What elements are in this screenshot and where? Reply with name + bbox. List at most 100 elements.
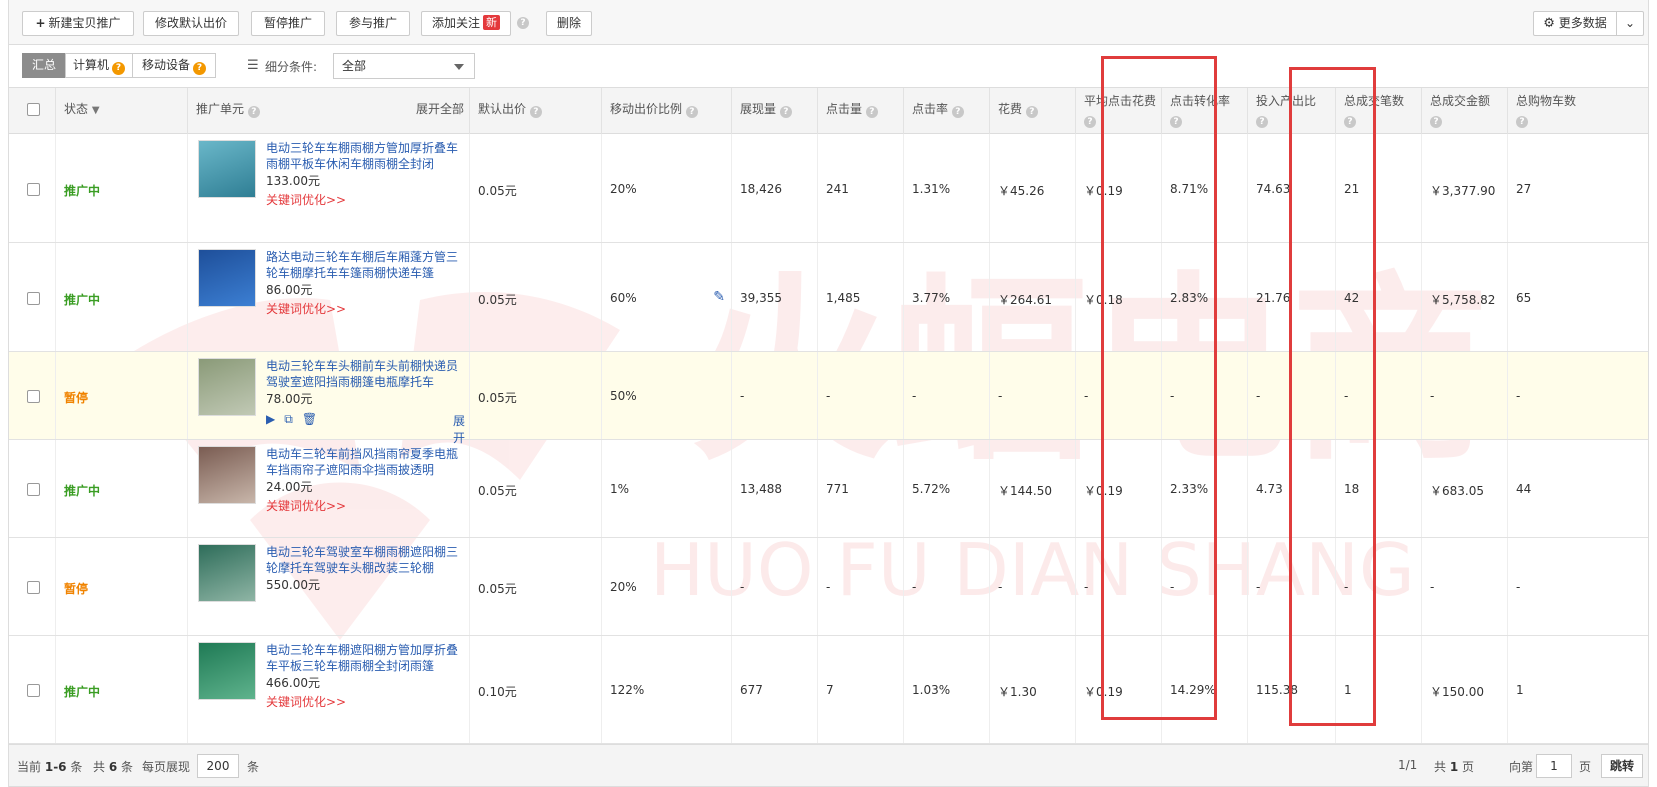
product-thumbnail[interactable] bbox=[198, 140, 256, 198]
cell-cart: - bbox=[1507, 538, 1648, 635]
cell-cvr: - bbox=[1161, 538, 1247, 635]
value-orders: - bbox=[1344, 580, 1349, 594]
product-title-link[interactable]: 电动车三轮车前挡风挡雨帘夏季电瓶车挡雨帘子遮阳雨伞挡雨披透明 bbox=[266, 446, 466, 478]
cell-clicks: 7 bbox=[817, 636, 903, 743]
help-icon[interactable]: ? bbox=[1170, 116, 1182, 128]
value-cvr: 2.33% bbox=[1170, 482, 1209, 496]
page-info: 1/1 bbox=[1398, 758, 1418, 772]
product-title-link[interactable]: 电动三轮车车头棚前车头前棚快递员驾驶室遮阳挡雨棚篷电瓶摩托车 bbox=[266, 358, 466, 390]
help-icon[interactable]: ? bbox=[1025, 106, 1038, 118]
tab-computer-label: 计算机 bbox=[72, 58, 109, 72]
header-status[interactable]: 状态 ▼ bbox=[55, 88, 187, 134]
segment-select[interactable]: 全部 bbox=[333, 53, 475, 79]
expand-all-link[interactable]: 展开全部 bbox=[416, 100, 464, 117]
cell-roi: - bbox=[1247, 352, 1335, 439]
help-icon[interactable]: ? bbox=[1430, 116, 1442, 128]
help-icon[interactable]: ? bbox=[1256, 116, 1268, 128]
table-row: 暂停 电动三轮车车头棚前车头前棚快递员驾驶室遮阳挡雨棚篷电瓶摩托车 78.00元 ▶ ⧉… bbox=[9, 352, 1648, 445]
cell-impressions: - bbox=[731, 538, 817, 635]
help-icon[interactable]: ? bbox=[517, 17, 529, 29]
cell-avg_cpc: ￥0.19 bbox=[1075, 440, 1161, 537]
value-clicks: - bbox=[826, 389, 831, 403]
product-title-link[interactable]: 电动三轮车驾驶室车棚雨棚遮阳棚三轮摩托车驾驶车头棚改装三轮棚 bbox=[266, 544, 466, 576]
more-data-dropdown[interactable]: ⌄ bbox=[1616, 11, 1644, 36]
header-unit: 推广单元 ? 展开全部 bbox=[187, 88, 469, 134]
row-checkbox[interactable] bbox=[27, 390, 40, 403]
product-thumbnail[interactable] bbox=[198, 544, 256, 602]
row-checkbox[interactable] bbox=[27, 483, 40, 496]
row-checkbox[interactable] bbox=[27, 684, 40, 697]
cell-cost: ￥45.26 bbox=[989, 134, 1075, 242]
add-follow-button[interactable]: 添加关注新 bbox=[421, 11, 511, 36]
goto-label: 向第 bbox=[1509, 760, 1534, 774]
play-icon[interactable]: ▶ bbox=[266, 412, 275, 426]
help-icon[interactable]: ? bbox=[865, 106, 878, 118]
pause-promotion-button[interactable]: 暂停推广 bbox=[251, 11, 325, 36]
product-title-link[interactable]: 电动三轮车车棚雨棚方管加厚折叠车雨棚平板车休闲车棚雨棚全封闭 bbox=[266, 140, 466, 172]
edit-pencil-icon[interactable]: ✎ bbox=[713, 289, 725, 305]
copy-icon[interactable]: ⧉ bbox=[284, 412, 293, 426]
value-impressions: - bbox=[740, 580, 745, 594]
value-mobile-ratio: 1% bbox=[610, 482, 630, 496]
value-impressions: 13,488 bbox=[740, 482, 782, 496]
keyword-optimize-link[interactable]: 关键词优化>> bbox=[266, 300, 346, 317]
value-ctr: 5.72% bbox=[912, 482, 951, 496]
product-thumbnail[interactable] bbox=[198, 249, 256, 307]
edit-default-bid-button[interactable]: 修改默认出价 bbox=[143, 11, 239, 36]
row-checkbox[interactable] bbox=[27, 292, 40, 305]
product-thumbnail[interactable] bbox=[198, 446, 256, 504]
cell-orders: 18 bbox=[1335, 440, 1421, 537]
value-cost: ￥144.50 bbox=[998, 484, 1052, 498]
cell-cart: 65 bbox=[1507, 243, 1648, 351]
row-checkbox[interactable] bbox=[27, 581, 40, 594]
delete-button[interactable]: 删除 bbox=[546, 11, 592, 36]
goto-button[interactable]: 跳转 bbox=[1601, 754, 1643, 778]
join-promotion-button[interactable]: 参与推广 bbox=[336, 11, 410, 36]
help-icon[interactable]: ? bbox=[1344, 116, 1356, 128]
help-icon[interactable]: ? bbox=[779, 106, 792, 118]
tab-mobile[interactable]: 移动设备? bbox=[132, 53, 216, 78]
help-icon[interactable]: ? bbox=[529, 106, 542, 118]
help-icon[interactable]: ? bbox=[112, 62, 125, 75]
help-icon[interactable]: ? bbox=[247, 106, 260, 118]
add-follow-label: 添加关注 bbox=[431, 16, 480, 30]
more-data-button[interactable]: ⚙ 更多数据 bbox=[1533, 11, 1617, 36]
help-icon[interactable]: ? bbox=[951, 106, 964, 118]
product-thumbnail[interactable] bbox=[198, 642, 256, 700]
product-thumbnail[interactable] bbox=[198, 358, 256, 416]
help-icon[interactable]: ? bbox=[1516, 116, 1528, 128]
header-avg-cpc: 平均点击花费? bbox=[1075, 88, 1161, 134]
help-icon[interactable]: ? bbox=[193, 62, 206, 75]
cell-cart: - bbox=[1507, 352, 1648, 439]
value-cart: 1 bbox=[1516, 683, 1524, 697]
product-title-link[interactable]: 电动三轮车车棚遮阳棚方管加厚折叠车平板三轮车棚雨棚全封闭雨篷 bbox=[266, 642, 466, 674]
tab-summary[interactable]: 汇总 bbox=[22, 53, 66, 78]
help-icon[interactable]: ? bbox=[685, 106, 698, 118]
new-promotion-button[interactable]: + 新建宝贝推广 bbox=[22, 11, 134, 36]
help-icon[interactable]: ? bbox=[1084, 116, 1096, 128]
keyword-optimize-link[interactable]: 关键词优化>> bbox=[266, 497, 346, 514]
row-checkbox[interactable] bbox=[27, 183, 40, 196]
product-title-link[interactable]: 路达电动三轮车车棚后车厢蓬方管三轮车棚摩托车车篷雨棚快递车篷 bbox=[266, 249, 466, 281]
cell-status: 推广中 bbox=[55, 636, 187, 743]
header-impressions: 展现量 ? bbox=[731, 88, 817, 134]
current-range: 当前 1-6 条 bbox=[17, 760, 83, 774]
cell-default_bid: 0.10元 bbox=[469, 636, 601, 743]
cell-cvr: 8.71% bbox=[1161, 134, 1247, 242]
keyword-optimize-link[interactable]: 关键词优化>> bbox=[266, 693, 346, 710]
status-label: 暂停 bbox=[64, 582, 89, 596]
value-cvr: 8.71% bbox=[1170, 182, 1209, 196]
per-page-input[interactable]: 200 bbox=[197, 754, 239, 778]
trash-icon[interactable]: 🗑 bbox=[302, 412, 317, 426]
value-default-bid: 0.05元 bbox=[478, 391, 517, 405]
keyword-optimize-link[interactable]: 关键词优化>> bbox=[266, 191, 346, 208]
select-all-checkbox[interactable] bbox=[27, 103, 40, 116]
tab-computer[interactable]: 计算机? bbox=[65, 53, 133, 78]
cell-cost: ￥264.61 bbox=[989, 243, 1075, 351]
cell-cost: - bbox=[989, 352, 1075, 439]
cell-select bbox=[9, 636, 55, 743]
header-roi-label: 投入产出比 bbox=[1256, 94, 1317, 108]
cell-cart: 27 bbox=[1507, 134, 1648, 242]
goto-page-input[interactable]: 1 bbox=[1536, 754, 1572, 778]
value-ctr: - bbox=[912, 389, 917, 403]
